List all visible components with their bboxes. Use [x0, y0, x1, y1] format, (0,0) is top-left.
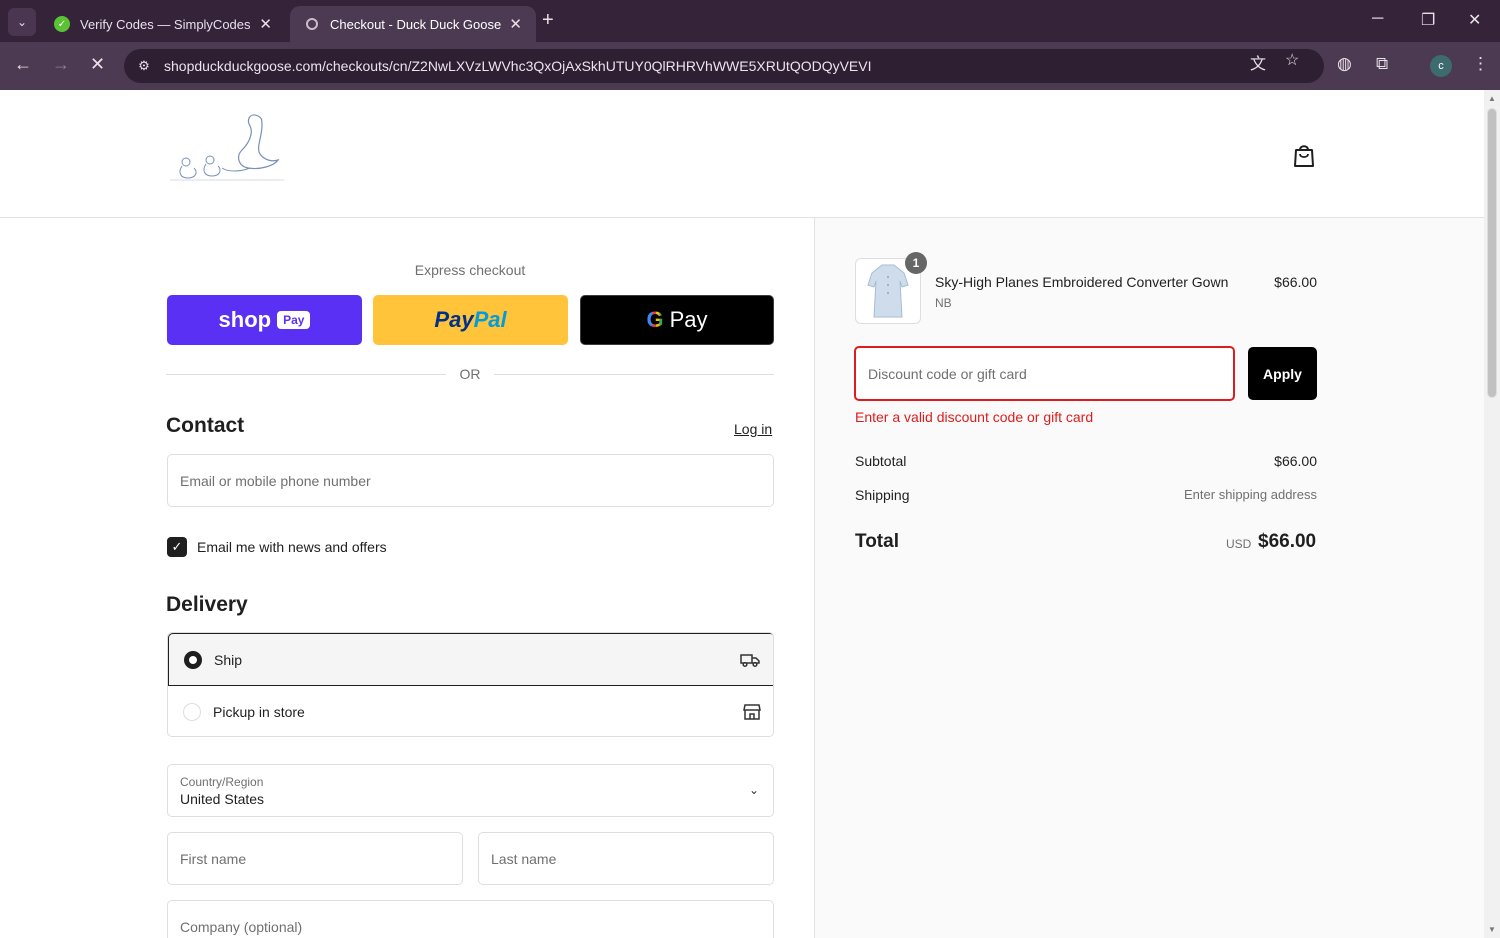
duck-duck-goose-logo-icon[interactable] [166, 110, 290, 198]
shop-pay-wordmark: shop [218, 307, 272, 332]
country-label: Country/Region [180, 775, 264, 789]
shipping-value: Enter shipping address [1184, 487, 1317, 502]
shop-pay-badge: Pay [277, 311, 311, 329]
browser-tab-strip: ⌄ ✓ Verify Codes — SimplyCodes ✕ Checkou… [0, 0, 1500, 42]
last-name-placeholder: Last name [491, 851, 557, 867]
discount-placeholder: Discount code or gift card [868, 366, 1027, 382]
discount-code-input[interactable]: Discount code or gift card [854, 346, 1235, 401]
pickup-label: Pickup in store [213, 704, 305, 720]
last-name-field[interactable]: Last name [478, 832, 774, 885]
delivery-heading: Delivery [166, 593, 248, 616]
pickup-radio[interactable] [183, 703, 201, 721]
store-icon [743, 704, 761, 720]
paypal-wordmark-pay: Pay [434, 307, 474, 332]
first-name-field[interactable]: First name [167, 832, 463, 885]
shop-pay-button[interactable]: shop Pay [167, 295, 362, 345]
cart-bag-icon[interactable] [1292, 142, 1316, 168]
total-label: Total [855, 531, 899, 552]
apply-discount-button[interactable]: Apply [1248, 347, 1317, 400]
page-scrollbar[interactable]: ▲ ▼ [1484, 90, 1500, 938]
tab-close-icon[interactable]: ✕ [259, 15, 272, 33]
shipping-label: Shipping [855, 487, 910, 503]
subtotal-value: $66.00 [1274, 453, 1317, 469]
email-placeholder: Email or mobile phone number [180, 473, 371, 489]
site-header [0, 90, 1484, 218]
google-pay-wordmark: Pay [669, 307, 708, 332]
discount-error-message: Enter a valid discount code or gift card [855, 409, 1094, 425]
contact-heading: Contact [166, 414, 245, 437]
browser-toolbar: ← → ✕ ⚙ shopduckduckgoose.com/checkouts/… [0, 42, 1500, 90]
address-bar[interactable]: ⚙ shopduckduckgoose.com/checkouts/cn/Z2N… [124, 49, 1324, 83]
quantity-badge: 1 [905, 252, 927, 274]
simplycodes-favicon-icon: ✓ [54, 16, 70, 32]
browser-menu-icon[interactable]: ⋮ [1472, 54, 1489, 74]
ship-label: Ship [214, 651, 243, 668]
order-summary-pane [814, 218, 1484, 938]
restore-button[interactable]: ❐ [1421, 10, 1435, 30]
chevron-down-icon: ⌄ [748, 783, 759, 797]
back-icon[interactable]: ← [14, 54, 32, 75]
extensions-icon[interactable]: ⧉ [1376, 54, 1388, 74]
email-field[interactable]: Email or mobile phone number [167, 454, 774, 507]
google-g-icon: G [646, 307, 664, 332]
baby-gown-image [867, 264, 909, 318]
vpn-globe-icon[interactable]: ◍ [1337, 54, 1352, 74]
newsletter-checkbox[interactable]: ✓ [167, 537, 187, 557]
forward-icon[interactable]: → [52, 54, 70, 75]
total-value: $66.00 [1258, 531, 1317, 552]
bookmark-star-icon[interactable]: ☆ [1285, 50, 1299, 70]
country-value: United States [180, 791, 265, 807]
checkout-page: Express checkout shop Pay Pay Pal G Pay O… [0, 90, 1484, 938]
tab-search-chevron-icon[interactable]: ⌄ [8, 8, 36, 36]
delivery-option-ship[interactable]: Ship [168, 633, 773, 686]
truck-icon [740, 653, 760, 667]
tab-close-icon[interactable]: ✕ [509, 15, 522, 33]
scroll-down-icon[interactable]: ▼ [1488, 925, 1496, 934]
subtotal-label: Subtotal [855, 453, 907, 469]
or-divider: OR [166, 366, 774, 384]
stop-loading-icon[interactable]: ✕ [90, 54, 105, 75]
newsletter-label[interactable]: Email me with news and offers [197, 539, 387, 555]
tab-title: Checkout - Duck Duck Goose [330, 16, 502, 32]
country-select[interactable]: Country/Region United States ⌄ [167, 764, 774, 817]
tab-checkout[interactable]: Checkout - Duck Duck Goose ✕ [290, 6, 536, 42]
minimize-button[interactable]: ─ [1372, 10, 1383, 28]
paypal-wordmark-pal: Pal [473, 307, 507, 332]
first-name-placeholder: First name [180, 851, 247, 867]
window-close-button[interactable]: ✕ [1468, 10, 1481, 30]
or-label: OR [459, 366, 481, 382]
product-variant: NB [935, 296, 952, 310]
product-price: $66.00 [1274, 274, 1317, 290]
paypal-button[interactable]: Pay Pal [373, 295, 568, 345]
url-text[interactable]: shopduckduckgoose.com/checkouts/cn/Z2NwL… [164, 58, 872, 74]
company-field[interactable]: Company (optional) [167, 900, 774, 938]
translate-icon[interactable]: 文 [1250, 50, 1266, 74]
login-link[interactable]: Log in [734, 421, 772, 437]
tab-verify-codes[interactable]: ✓ Verify Codes — SimplyCodes ✕ [40, 6, 286, 42]
tab-title: Verify Codes — SimplyCodes [80, 16, 251, 32]
site-info-icon[interactable]: ⚙ [134, 56, 154, 76]
company-placeholder: Company (optional) [180, 919, 303, 935]
delivery-method-group: Ship Pickup in store [167, 632, 774, 737]
scroll-up-icon[interactable]: ▲ [1488, 94, 1496, 103]
new-tab-button[interactable]: + [542, 9, 554, 32]
ship-radio[interactable] [184, 650, 202, 669]
scrollbar-thumb[interactable] [1487, 108, 1497, 398]
profile-avatar[interactable]: c [1430, 55, 1452, 77]
google-pay-button[interactable]: G Pay [580, 295, 774, 345]
product-name: Sky-High Planes Embroidered Converter Go… [935, 274, 1229, 290]
total-currency: USD [1226, 537, 1252, 551]
delivery-option-pickup[interactable]: Pickup in store [168, 686, 773, 736]
loading-favicon-icon [306, 18, 318, 30]
express-checkout-label: Express checkout [414, 262, 526, 278]
